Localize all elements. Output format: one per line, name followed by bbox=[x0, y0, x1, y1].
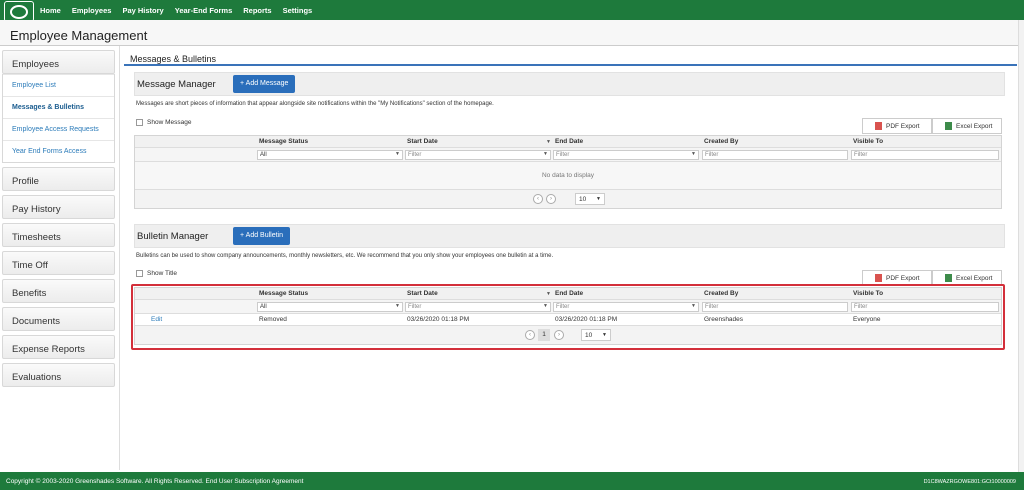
nav-employees[interactable]: Employees bbox=[72, 6, 112, 15]
message-excel-export-button[interactable]: Excel Export bbox=[932, 118, 1002, 134]
sidebar-section-pay-history[interactable]: Pay History bbox=[2, 195, 115, 219]
title-bar: Employee Management bbox=[0, 20, 1024, 46]
section-title: Messages & Bulletins bbox=[124, 48, 1017, 66]
col-message-status[interactable]: Message Status bbox=[259, 138, 308, 145]
show-title-label: Show Title bbox=[147, 270, 177, 277]
col-start-date[interactable]: Start Date bbox=[407, 138, 438, 145]
footer-session-code: D1C8WAZRGOWE801:GCt10000009 bbox=[923, 479, 1016, 485]
footer: Copyright © 2003-2020 Greenshades Softwa… bbox=[0, 472, 1024, 490]
show-title-checkbox[interactable]: Show Title bbox=[136, 270, 177, 277]
page-size-value: 10 bbox=[579, 196, 587, 203]
excel-icon bbox=[945, 274, 952, 282]
checkbox-box[interactable] bbox=[136, 119, 143, 126]
chevron-down-icon: ▼ bbox=[596, 196, 601, 202]
page-title: Employee Management bbox=[10, 28, 148, 43]
col-visible-to[interactable]: Visible To bbox=[853, 138, 883, 145]
bulletin-manager-header: Bulletin Manager + Add Bulletin bbox=[134, 224, 1005, 248]
message-pdf-export-button[interactable]: PDF Export bbox=[862, 118, 932, 134]
sidebar-divider bbox=[119, 46, 120, 470]
sidebar-section-evaluations[interactable]: Evaluations bbox=[2, 363, 115, 387]
add-bulletin-button[interactable]: + Add Bulletin bbox=[233, 227, 291, 245]
message-grid: Message Status Start Date ▼ End Date Cre… bbox=[134, 135, 1002, 209]
greenshades-logo-icon[interactable] bbox=[4, 1, 34, 22]
message-manager-title: Message Manager bbox=[137, 79, 216, 90]
status-filter-value: All bbox=[260, 152, 267, 158]
sidebar-section-time-off[interactable]: Time Off bbox=[2, 251, 115, 275]
excel-export-label: Excel Export bbox=[956, 274, 993, 282]
sidebar-item-employee-list[interactable]: Employee List bbox=[3, 74, 114, 96]
bulletin-grid-highlight-box bbox=[131, 284, 1005, 350]
prev-page-button[interactable]: ‹ bbox=[533, 194, 543, 204]
nav-reports[interactable]: Reports bbox=[243, 6, 271, 15]
message-grid-header: Message Status Start Date ▼ End Date Cre… bbox=[135, 136, 1001, 148]
nav-home[interactable]: Home bbox=[40, 6, 61, 15]
nav-pay-history[interactable]: Pay History bbox=[122, 6, 163, 15]
sidebar-section-documents[interactable]: Documents bbox=[2, 307, 115, 331]
visible-to-filter[interactable]: Filter bbox=[851, 150, 999, 160]
checkbox-box[interactable] bbox=[136, 270, 143, 277]
chevron-down-icon: ▼ bbox=[543, 151, 548, 157]
excel-export-label: Excel Export bbox=[956, 122, 993, 130]
vertical-scrollbar[interactable] bbox=[1018, 20, 1024, 472]
pdf-export-label: PDF Export bbox=[886, 274, 920, 282]
show-message-label: Show Message bbox=[147, 119, 192, 126]
chevron-down-icon: ▼ bbox=[691, 151, 696, 157]
sort-desc-icon[interactable]: ▼ bbox=[546, 139, 551, 145]
sidebar-section-employees[interactable]: Employees bbox=[2, 50, 115, 74]
filter-placeholder: Filter bbox=[556, 152, 570, 158]
col-created-by[interactable]: Created By bbox=[704, 138, 738, 145]
nav-settings[interactable]: Settings bbox=[283, 6, 313, 15]
sidebar: Employees Employee List Messages & Bulle… bbox=[2, 50, 115, 391]
sidebar-section-expense-reports[interactable]: Expense Reports bbox=[2, 335, 115, 359]
col-end-date[interactable]: End Date bbox=[555, 138, 583, 145]
show-message-checkbox[interactable]: Show Message bbox=[136, 119, 191, 126]
sidebar-item-messages-bulletins[interactable]: Messages & Bulletins bbox=[3, 96, 114, 118]
message-filter-row: All ▼ Filter ▼ Filter ▼ Filter Filter bbox=[135, 148, 1001, 162]
status-filter-select[interactable]: All ▼ bbox=[257, 150, 403, 160]
pdf-icon bbox=[875, 122, 882, 130]
sidebar-section-profile[interactable]: Profile bbox=[2, 167, 115, 191]
pdf-export-label: PDF Export bbox=[886, 122, 920, 130]
sidebar-employees-submenu: Employee List Messages & Bulletins Emplo… bbox=[2, 74, 115, 163]
message-manager-description: Messages are short pieces of information… bbox=[136, 101, 494, 107]
bulletin-manager-description: Bulletins can be used to show company an… bbox=[136, 253, 554, 259]
sidebar-section-timesheets[interactable]: Timesheets bbox=[2, 223, 115, 247]
created-by-filter[interactable]: Filter bbox=[702, 150, 848, 160]
no-data-message: No data to display bbox=[135, 162, 1001, 190]
sidebar-item-employee-access-requests[interactable]: Employee Access Requests bbox=[3, 118, 114, 140]
footer-copyright[interactable]: Copyright © 2003-2020 Greenshades Softwa… bbox=[6, 478, 303, 485]
message-manager-header: Message Manager + Add Message bbox=[134, 72, 1005, 96]
chevron-down-icon: ▼ bbox=[395, 151, 400, 157]
page-size-select[interactable]: 10 ▼ bbox=[575, 193, 605, 205]
excel-icon bbox=[945, 122, 952, 130]
sidebar-section-benefits[interactable]: Benefits bbox=[2, 279, 115, 303]
next-page-button[interactable]: › bbox=[546, 194, 556, 204]
top-nav-bar: Home Employees Pay History Year-End Form… bbox=[0, 0, 1024, 22]
end-date-filter[interactable]: Filter ▼ bbox=[553, 150, 699, 160]
message-pager: ‹ › 10 ▼ bbox=[135, 190, 1001, 208]
add-message-button[interactable]: + Add Message bbox=[233, 75, 296, 93]
sidebar-item-year-end-forms-access[interactable]: Year End Forms Access bbox=[3, 140, 114, 162]
filter-placeholder: Filter bbox=[408, 152, 422, 158]
pdf-icon bbox=[875, 274, 882, 282]
main-content: Messages & Bulletins bbox=[124, 48, 1017, 66]
bulletin-manager-title: Bulletin Manager bbox=[137, 231, 209, 242]
start-date-filter[interactable]: Filter ▼ bbox=[405, 150, 551, 160]
nav-year-end-forms[interactable]: Year-End Forms bbox=[175, 6, 233, 15]
main-nav: Home Employees Pay History Year-End Form… bbox=[40, 0, 323, 20]
